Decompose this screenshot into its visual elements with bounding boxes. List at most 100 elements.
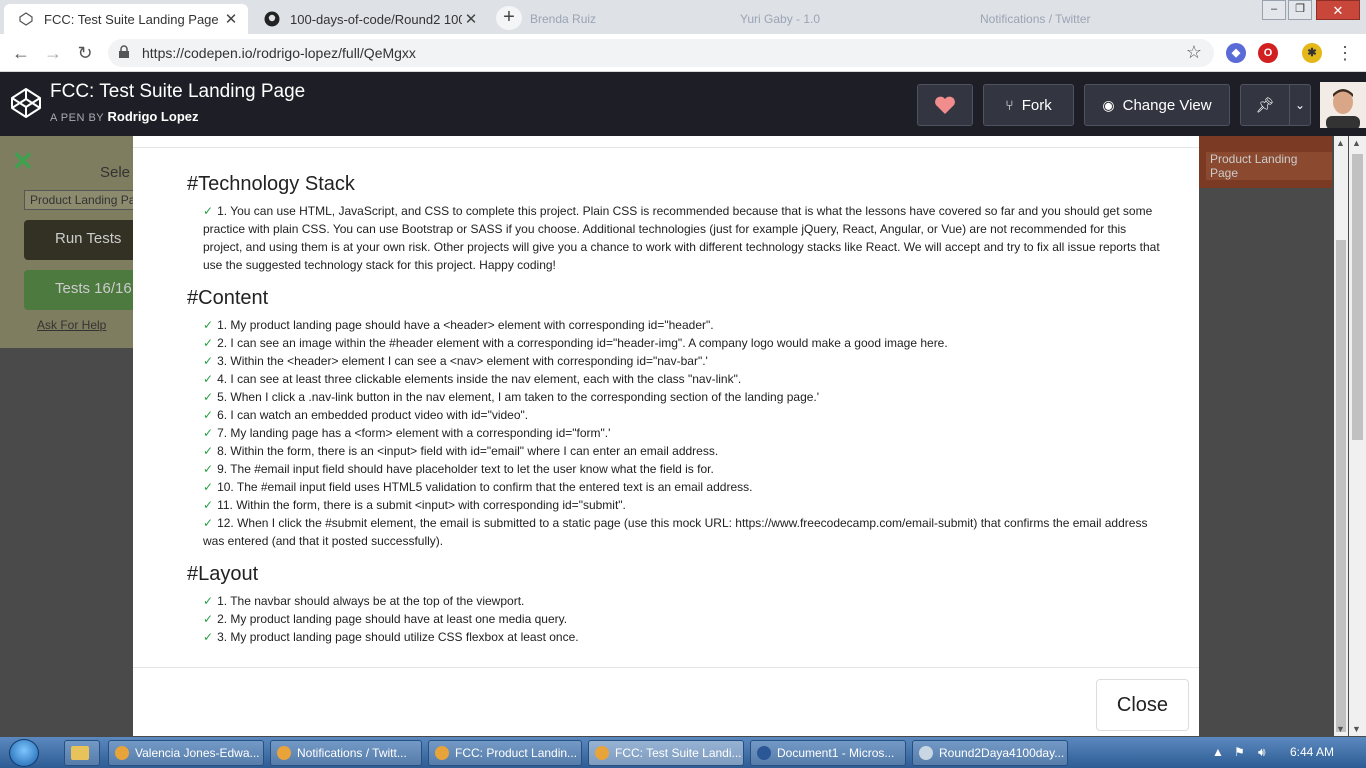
codepen-logo-icon[interactable] — [10, 87, 42, 124]
taskbar-window-button[interactable]: Notifications / Twitt... — [270, 740, 422, 766]
section-heading: #Content — [187, 287, 269, 309]
eye-icon: ◉ — [1102, 96, 1115, 113]
user-avatar[interactable] — [1320, 82, 1366, 128]
forward-arrow-icon[interactable]: → — [42, 43, 64, 65]
modal-scrollbar[interactable]: ▲ ▼ — [1334, 136, 1348, 736]
maximize-button[interactable]: ❐ — [1288, 0, 1312, 20]
check-icon: ✓ — [203, 480, 214, 494]
requirements-section: #Layout ✓ 1. The navbar should always be a… — [187, 562, 1167, 646]
opera-extension-icon[interactable]: O — [1258, 43, 1278, 63]
check-icon: ✓ — [203, 444, 214, 458]
taskbar-window-button[interactable]: Round2Daya4100day... — [912, 740, 1068, 766]
reload-icon[interactable]: ↻ — [74, 43, 96, 65]
browser-toolbar: ← → ↻ https://codepen.io/rodrigo-lopez/f… — [0, 34, 1366, 72]
scroll-up-icon[interactable]: ▲ — [1336, 138, 1345, 148]
address-bar[interactable]: https://codepen.io/rodrigo-lopez/full/Qe… — [108, 39, 1214, 67]
taskbar-window-button[interactable]: FCC: Product Landin... — [428, 740, 582, 766]
url-text: https://codepen.io/rodrigo-lopez/full/Qe… — [142, 45, 416, 61]
taskbar-window-label: Notifications / Twitt... — [297, 746, 407, 760]
requirement-item: ✓ 5. When I click a .nav-link button in t… — [203, 388, 1167, 406]
requirements-modal: #Technology Stack ✓ 1. You can use HTML, J… — [133, 136, 1199, 736]
chevron-down-icon[interactable]: ⌄ — [1289, 84, 1311, 126]
taskbar-window-label: Valencia Jones-Edwa... — [135, 746, 260, 760]
clock[interactable]: 6:44 AM — [1290, 745, 1334, 759]
check-icon: ✓ — [203, 462, 214, 476]
scroll-thumb[interactable] — [1336, 240, 1346, 732]
pen-author[interactable]: Rodrigo Lopez — [108, 109, 199, 124]
check-icon: ✓ — [203, 372, 214, 386]
extension-icon[interactable]: ✱ — [1302, 43, 1322, 63]
explorer-taskbar-button[interactable] — [64, 740, 100, 766]
check-icon: ✓ — [203, 498, 214, 512]
scroll-down-icon[interactable]: ▼ — [1336, 724, 1345, 734]
window-close-button[interactable]: ✕ — [1316, 0, 1360, 20]
requirement-text: 10. The #email input field uses HTML5 va… — [217, 480, 753, 494]
taskbar-window-label: FCC: Test Suite Landi... — [615, 746, 742, 760]
codepen-header: FCC: Test Suite Landing Page A PEN BY Ro… — [0, 72, 1366, 136]
requirement-item: ✓ 10. The #email input field uses HTML5 v… — [203, 478, 1167, 496]
check-icon: ✓ — [203, 408, 214, 422]
requirement-text: 1. My product landing page should have a… — [217, 318, 714, 332]
volume-icon[interactable]: 🔊︎ — [1258, 745, 1266, 760]
change-view-button[interactable]: ◉ Change View — [1084, 84, 1230, 126]
github-icon — [264, 11, 280, 27]
browser-tab-github[interactable]: 100-days-of-code/Round2 100D ✕ — [250, 4, 488, 34]
faded-tab-2: Yuri Gaby - 1.0 — [740, 12, 821, 26]
taskbar-window-button[interactable]: FCC: Test Suite Landi... — [588, 740, 744, 766]
requirement-text: 1. You can use HTML, JavaScript, and CSS… — [203, 204, 1160, 272]
requirement-text: 8. Within the form, there is an <input> … — [217, 444, 719, 458]
requirement-item: ✓ 4. I can see at least three clickable e… — [203, 370, 1167, 388]
scroll-down-icon[interactable]: ▼ — [1352, 724, 1361, 734]
browser-tab-active[interactable]: FCC: Test Suite Landing Page ✕ — [4, 4, 248, 34]
test-suite-select[interactable]: Product Landing Pa — [24, 190, 144, 210]
shield-extension-icon[interactable]: ◆ — [1226, 43, 1246, 63]
check-icon: ✓ — [203, 204, 214, 218]
taskbar-window-button[interactable]: Valencia Jones-Edwa... — [108, 740, 264, 766]
flag-icon[interactable]: ⚑ — [1234, 745, 1245, 759]
requirement-text: 1. The navbar should always be at the to… — [217, 594, 525, 608]
requirement-item: ✓ 6. I can watch an embedded product vide… — [203, 406, 1167, 424]
windows-start-icon[interactable] — [9, 739, 39, 767]
folder-icon — [71, 746, 89, 760]
modal-body: #Technology Stack ✓ 1. You can use HTML, J… — [187, 172, 1167, 658]
project-label: Product Landing Page — [1206, 152, 1332, 180]
fork-button[interactable]: ⑂ Fork — [983, 84, 1074, 126]
tests-result-button[interactable]: Tests 16/16 — [24, 270, 144, 310]
requirement-text: 9. The #email input field should have pl… — [217, 462, 714, 476]
tab-title: 100-days-of-code/Round2 100D — [290, 11, 462, 27]
scroll-up-icon[interactable]: ▲ — [1352, 138, 1361, 148]
minimize-button[interactable]: – — [1262, 0, 1286, 20]
chrome-icon — [115, 746, 129, 760]
pin-button[interactable]: 📌︎ — [1240, 84, 1290, 126]
pen-title: FCC: Test Suite Landing Page — [50, 81, 306, 102]
requirement-text: 12. When I click the #submit element, th… — [203, 516, 1148, 548]
check-icon: ✓ — [203, 318, 214, 332]
heart-icon — [935, 96, 955, 114]
taskbar-window-label: Document1 - Micros... — [777, 746, 895, 760]
tray-arrow-icon[interactable]: ▲ — [1212, 745, 1224, 759]
pen-byline: A PEN BY Rodrigo Lopez — [50, 109, 199, 124]
taskbar-window-button[interactable]: Document1 - Micros... — [750, 740, 906, 766]
menu-dots-icon[interactable]: ⋮ — [1334, 43, 1356, 65]
requirement-item: ✓ 12. When I click the #submit element, t… — [203, 514, 1167, 550]
requirement-text: 2. I can see an image within the #header… — [217, 336, 948, 350]
new-tab-button[interactable]: + — [496, 6, 522, 30]
close-tab-icon[interactable]: ✕ — [222, 10, 240, 28]
page-scrollbar[interactable]: ▲ ▼ — [1349, 136, 1366, 736]
heart-button[interactable] — [917, 84, 973, 126]
close-tab-icon[interactable]: ✕ — [462, 10, 480, 28]
close-button[interactable]: Close — [1096, 679, 1189, 731]
requirement-item: ✓ 2. My product landing page should have … — [203, 610, 1167, 628]
close-x-icon[interactable]: ✕ — [12, 146, 34, 177]
check-icon: ✓ — [203, 390, 214, 404]
requirement-item: ✓ 2. I can see an image within the #heade… — [203, 334, 1167, 352]
chrome-icon — [435, 746, 449, 760]
requirement-text: 11. Within the form, there is a submit <… — [217, 498, 626, 512]
scroll-thumb[interactable] — [1352, 154, 1363, 440]
back-arrow-icon[interactable]: ← — [10, 43, 32, 65]
bookmark-star-icon[interactable]: ☆ — [1186, 42, 1202, 63]
run-tests-button[interactable]: Run Tests — [24, 220, 144, 260]
requirement-text: 3. Within the <header> element I can see… — [217, 354, 708, 368]
ask-help-link[interactable]: Ask For Help — [37, 318, 106, 332]
section-heading: #Layout — [187, 563, 259, 585]
